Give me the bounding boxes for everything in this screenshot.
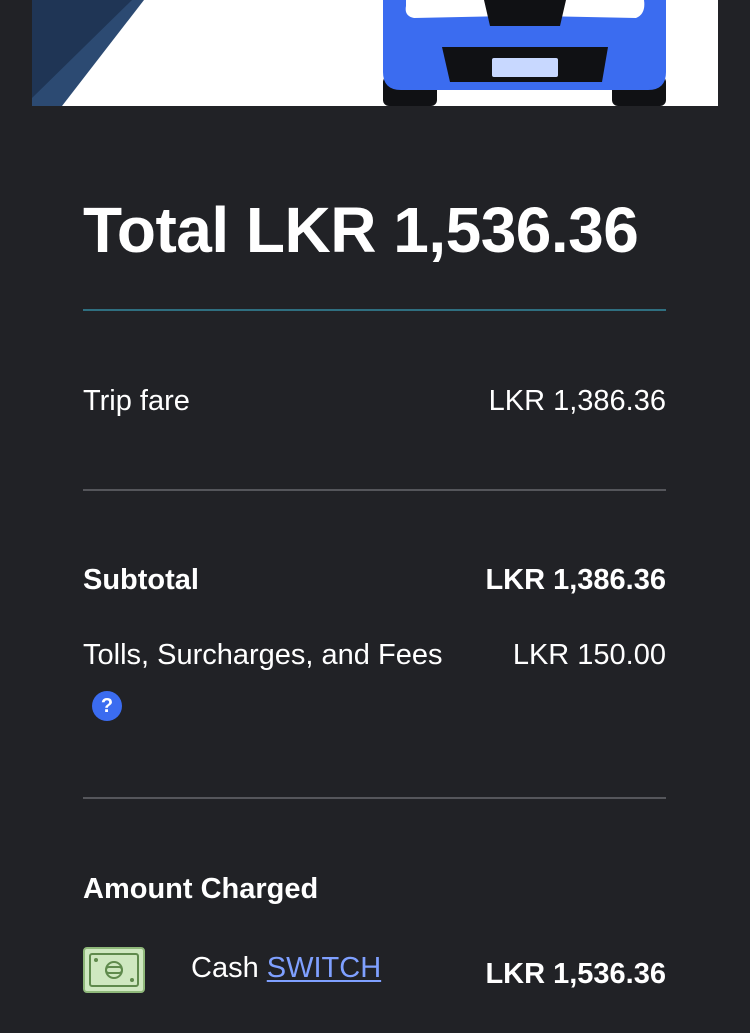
payment-method-row: Cash SWITCH LKR 1,536.36 <box>83 946 666 994</box>
subtotal-label: Subtotal <box>83 564 199 596</box>
amount-charged-heading: Amount Charged <box>83 873 319 905</box>
trip-fare-value: LKR 1,386.36 <box>488 385 666 417</box>
subtotal-value: LKR 1,386.36 <box>485 564 666 596</box>
trip-fare-row: Trip fare LKR 1,386.36 <box>83 383 666 419</box>
accent-divider <box>83 309 666 311</box>
switch-payment-link[interactable]: SWITCH <box>267 952 381 984</box>
payment-method-label: Cash SWITCH <box>191 950 381 986</box>
car-illustration <box>32 0 718 106</box>
subtotal-row: Subtotal LKR 1,386.36 <box>83 562 666 598</box>
payment-method-text: Cash <box>191 952 259 984</box>
cash-bill-icon <box>83 947 145 993</box>
fees-label: Tolls, Surcharges, and Fees <box>83 639 443 671</box>
divider <box>83 797 666 799</box>
fees-row: Tolls, Surcharges, and Fees LKR 150.00 <box>83 637 666 673</box>
total-heading: Total LKR 1,536.36 <box>83 194 639 266</box>
amount-charged-value: LKR 1,536.36 <box>485 958 666 990</box>
divider <box>83 489 666 491</box>
question-circle-icon[interactable]: ? <box>92 691 122 721</box>
fees-value: LKR 150.00 <box>512 639 666 671</box>
trip-fare-label: Trip fare <box>83 385 190 417</box>
